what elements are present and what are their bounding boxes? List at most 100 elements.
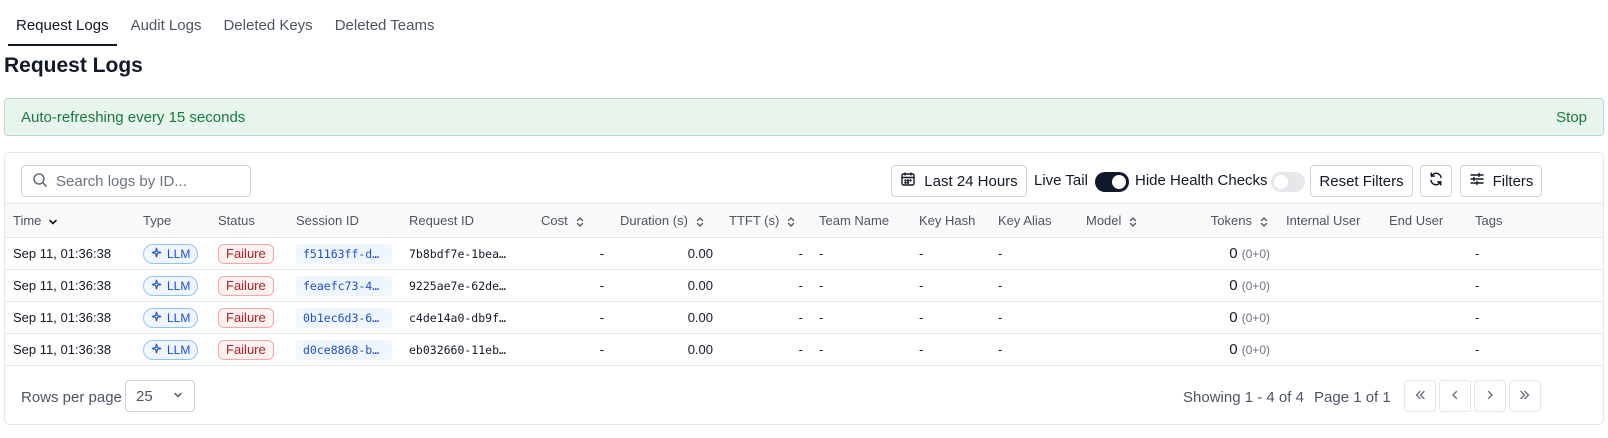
request-id[interactable]: eb032660-11eb… (409, 343, 506, 357)
session-id-chip[interactable]: feaefc73-41… (296, 275, 392, 296)
rows-per-page-value: 25 (136, 387, 153, 405)
search-box[interactable] (21, 165, 251, 197)
type-badge[interactable]: LLM (143, 243, 199, 264)
session-id-chip[interactable]: 0b1ec6d3-61… (296, 307, 392, 328)
session-id-chip[interactable]: d0ce8868-b8… (296, 339, 392, 360)
cell-tokens: 0 (0+0) (1166, 333, 1278, 366)
column-header-duration[interactable]: Duration (s) (612, 203, 721, 238)
hide-health-checks-label: Hide Health Checks (1135, 172, 1268, 189)
cell-tags: - (1467, 269, 1603, 302)
table-row[interactable]: Sep 11, 01:36:38 LLM Failure 0b1ec6d3-61… (5, 301, 1603, 334)
tokens-breakdown: (0+0) (1241, 247, 1270, 261)
filters-label: Filters (1492, 172, 1534, 190)
status-badge: Failure (218, 275, 274, 296)
stop-refresh-button[interactable]: Stop (1556, 109, 1587, 126)
tokens-total: 0 (1229, 341, 1238, 358)
refresh-icon (1428, 171, 1444, 191)
filters-button[interactable]: Filters (1460, 165, 1542, 197)
cell-duration: 0.00 (612, 269, 721, 302)
cell-end-user (1381, 301, 1467, 334)
column-header-session-id: Session ID (288, 203, 401, 238)
tokens-breakdown: (0+0) (1241, 311, 1270, 325)
status-badge: Failure (218, 243, 274, 264)
time-range-button[interactable]: Last 24 Hours (891, 165, 1027, 197)
column-header-cost[interactable]: Cost (533, 203, 612, 238)
cell-model (1078, 301, 1166, 334)
first-page-button[interactable] (1404, 380, 1436, 412)
cell-team-name: - (811, 237, 911, 270)
cell-key-hash: - (911, 301, 990, 334)
chevrons-right-icon (1518, 388, 1532, 405)
calendar-icon (900, 171, 916, 191)
table-row[interactable]: Sep 11, 01:36:38 LLM Failure f51163ff-da… (5, 237, 1603, 270)
logs-table: Time Type Status Session ID Request ID C… (5, 203, 1603, 366)
cell-key-hash: - (911, 237, 990, 270)
cell-team-name: - (811, 333, 911, 366)
request-id[interactable]: 7b8bdf7e-1bea… (409, 247, 506, 261)
column-header-key-alias: Key Alias (990, 203, 1078, 238)
column-header-team-name: Team Name (811, 203, 911, 238)
time-range-label: Last 24 Hours (924, 172, 1018, 190)
request-id[interactable]: c4de14a0-db9f… (409, 311, 506, 325)
previous-page-button[interactable] (1439, 380, 1471, 412)
reset-filters-button[interactable]: Reset Filters (1310, 165, 1413, 197)
auto-refresh-message: Auto-refreshing every 15 seconds (21, 108, 246, 126)
chevron-down-icon (172, 388, 184, 405)
session-id-chip[interactable]: f51163ff-da… (296, 243, 392, 264)
cell-model (1078, 269, 1166, 302)
cell-key-alias: - (990, 301, 1078, 334)
search-input[interactable] (56, 172, 246, 190)
last-page-button[interactable] (1509, 380, 1541, 412)
type-badge[interactable]: LLM (143, 339, 199, 360)
tab-audit-logs[interactable]: Audit Logs (123, 17, 210, 46)
sparkle-icon (151, 279, 167, 293)
column-header-end-user: End User (1381, 203, 1467, 238)
cell-tags: - (1467, 237, 1603, 270)
tab-request-logs[interactable]: Request Logs (8, 17, 117, 46)
table-row[interactable]: Sep 11, 01:36:38 LLM Failure feaefc73-41… (5, 269, 1603, 302)
tokens-total: 0 (1229, 309, 1238, 326)
rows-per-page-label: Rows per page (21, 389, 122, 406)
live-tail-toggle[interactable] (1095, 172, 1129, 192)
cell-time: Sep 11, 01:36:38 (5, 269, 135, 302)
column-header-status: Status (210, 203, 288, 238)
tab-bar: Request Logs Audit Logs Deleted Keys Del… (8, 0, 448, 46)
next-page-button[interactable] (1474, 380, 1506, 412)
auto-refresh-banner: Auto-refreshing every 15 seconds Stop (4, 98, 1604, 136)
column-header-time[interactable]: Time (5, 203, 135, 238)
cell-duration: 0.00 (612, 333, 721, 366)
sparkle-icon (151, 311, 167, 325)
request-id[interactable]: 9225ae7e-62de… (409, 279, 506, 293)
table-row[interactable]: Sep 11, 01:36:38 LLM Failure d0ce8868-b8… (5, 333, 1603, 366)
cell-end-user (1381, 269, 1467, 302)
sparkle-icon (151, 343, 167, 357)
page-indicator: Page 1 of 1 (1314, 389, 1391, 406)
hide-health-checks-toggle[interactable] (1271, 172, 1305, 192)
logs-panel: Last 24 Hours Live Tail Hide Health Chec… (4, 152, 1604, 425)
chevron-right-icon (1483, 388, 1497, 405)
type-badge[interactable]: LLM (143, 275, 199, 296)
sort-icon (1258, 216, 1270, 228)
cell-key-hash: - (911, 269, 990, 302)
column-header-model[interactable]: Model (1078, 203, 1166, 238)
cell-ttft: - (721, 301, 811, 334)
cell-end-user (1381, 333, 1467, 366)
cell-internal-user (1278, 333, 1381, 366)
cell-internal-user (1278, 301, 1381, 334)
column-header-ttft[interactable]: TTFT (s) (721, 203, 811, 238)
column-header-internal-user: Internal User (1278, 203, 1381, 238)
cell-time: Sep 11, 01:36:38 (5, 237, 135, 270)
column-header-tokens[interactable]: Tokens (1166, 203, 1278, 238)
tokens-breakdown: (0+0) (1241, 343, 1270, 357)
cell-cost: - (533, 269, 612, 302)
table-header-row: Time Type Status Session ID Request ID C… (5, 203, 1603, 238)
sort-icon (1127, 216, 1139, 228)
type-badge[interactable]: LLM (143, 307, 199, 328)
refresh-button[interactable] (1420, 165, 1452, 197)
cell-key-hash: - (911, 333, 990, 366)
cell-model (1078, 237, 1166, 270)
tab-deleted-keys[interactable]: Deleted Keys (215, 17, 320, 46)
tab-deleted-teams[interactable]: Deleted Teams (327, 17, 443, 46)
rows-per-page-select[interactable]: 25 (125, 380, 195, 412)
cell-cost: - (533, 333, 612, 366)
